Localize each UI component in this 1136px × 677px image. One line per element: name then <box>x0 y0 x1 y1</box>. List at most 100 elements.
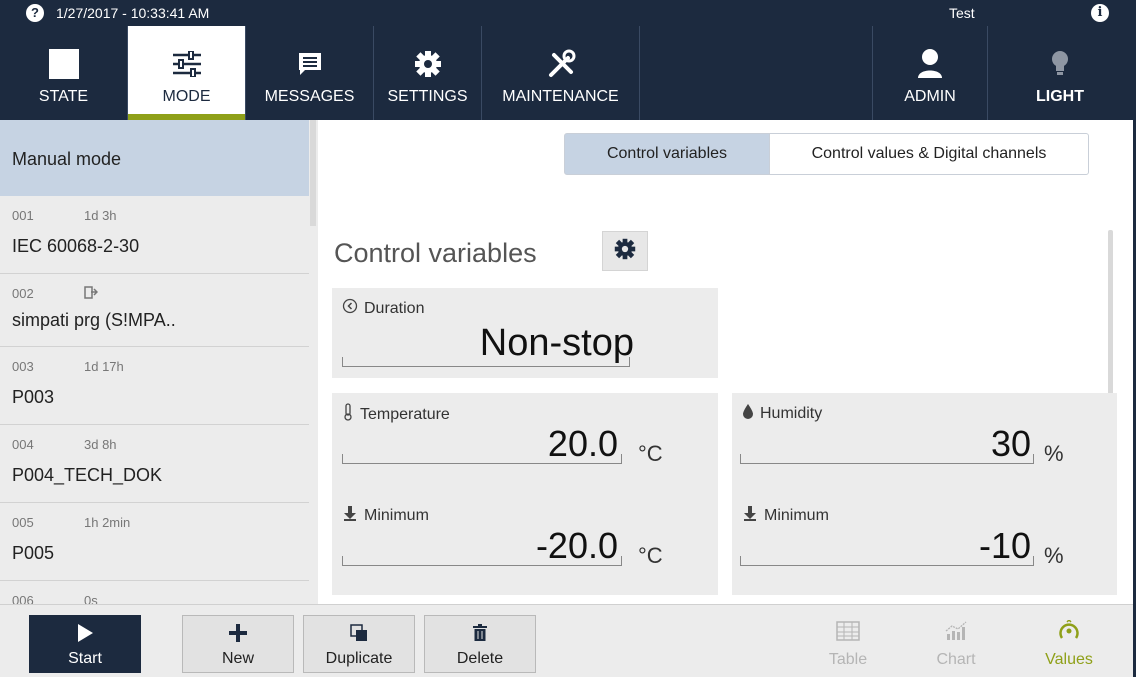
arrow-down-icon <box>342 505 358 526</box>
start-button[interactable]: Start <box>29 615 141 673</box>
program-number: 004 <box>12 437 34 452</box>
humidity-title: Humidity <box>742 403 822 424</box>
nav-admin[interactable]: ADMIN <box>872 26 988 120</box>
sliders-icon <box>128 48 245 80</box>
square-icon <box>0 48 127 80</box>
values-label: Values <box>1045 651 1093 668</box>
program-duration: 1d 3h <box>84 208 117 223</box>
lightbulb-icon <box>988 48 1132 80</box>
user-icon <box>873 48 987 80</box>
list-item[interactable]: 006 0s <box>0 581 309 604</box>
program-name: simpati prg (S!MPA.. <box>12 310 176 330</box>
program-duration: 1d 17h <box>84 359 124 374</box>
list-item[interactable]: 002 simpati prg (S!MPA.. <box>0 274 309 347</box>
nav-admin-label: ADMIN <box>904 88 956 105</box>
temperature-label: Temperature <box>360 405 450 423</box>
nav-settings[interactable]: SETTINGS <box>374 26 482 120</box>
table-icon <box>798 619 898 643</box>
nav-maintenance[interactable]: MAINTENANCE <box>482 26 640 120</box>
thermometer-icon <box>342 403 354 426</box>
humidity-unit: % <box>1044 441 1064 466</box>
program-duration: 0s <box>84 593 98 604</box>
value-underline <box>740 556 1034 566</box>
chart-label: Chart <box>936 651 976 668</box>
temperature-title: Temperature <box>342 403 450 426</box>
nav-mode-label: MODE <box>162 88 211 105</box>
gear-icon <box>374 48 481 80</box>
manual-mode-item[interactable]: Manual mode <box>0 120 309 196</box>
humidity-min-card[interactable]: Minimum -10 % <box>732 495 1117 595</box>
nav-state[interactable]: STATE <box>0 26 128 120</box>
control-panel: Control variables Control values & Digit… <box>318 120 1136 604</box>
trash-icon <box>425 622 535 644</box>
list-item[interactable]: 004 3d 8h P004_TECH_DOK <box>0 425 309 503</box>
delete-button[interactable]: Delete <box>424 615 536 673</box>
gauge-icon <box>1019 619 1119 643</box>
program-name: IEC 60068-2-30 <box>12 236 140 256</box>
list-item[interactable]: 003 1d 17h P003 <box>0 347 309 425</box>
current-user: Test <box>949 5 975 21</box>
chart-icon <box>906 619 1006 643</box>
program-list-panel: Manual mode 001 1d 3h IEC 60068-2-30 002… <box>0 120 318 604</box>
settings-button[interactable] <box>602 231 648 271</box>
play-icon <box>30 622 140 644</box>
duration-label: Duration <box>364 299 425 317</box>
value-underline <box>740 454 1034 464</box>
table-view-button[interactable]: Table <box>798 613 898 675</box>
program-name: P003 <box>12 387 55 407</box>
program-duration: 3d 8h <box>84 437 117 452</box>
tab-control-values-digital[interactable]: Control values & Digital channels <box>769 133 1089 175</box>
info-icon[interactable]: i <box>1091 4 1109 22</box>
duplicate-icon <box>304 622 414 644</box>
program-name: P004_TECH_DOK <box>12 465 163 485</box>
start-label: Start <box>68 650 102 667</box>
nav-settings-label: SETTINGS <box>387 88 468 105</box>
humidity-min-label: Minimum <box>764 506 829 524</box>
help-icon[interactable]: ? <box>26 4 44 22</box>
duration-card[interactable]: Duration Non-stop <box>332 288 718 378</box>
program-duration: 1h 2min <box>84 515 131 530</box>
temperature-min-title: Minimum <box>342 505 429 526</box>
temperature-min-card[interactable]: Minimum -20.0 °C <box>332 495 718 595</box>
delete-label: Delete <box>456 650 504 667</box>
program-list: 001 1d 3h IEC 60068-2-30 002 simpati prg… <box>0 196 309 604</box>
duplicate-button[interactable]: Duplicate <box>303 615 415 673</box>
duration-title: Duration <box>342 298 424 319</box>
humidity-min-title: Minimum <box>742 505 829 526</box>
nav-light[interactable]: LIGHT <box>988 26 1132 120</box>
nav-maintenance-label: MAINTENANCE <box>502 88 619 105</box>
gear-icon <box>614 238 636 265</box>
temperature-unit: °C <box>638 441 663 466</box>
temperature-card[interactable]: Temperature 20.0 °C <box>332 393 718 495</box>
value-underline <box>342 454 622 464</box>
humidity-label: Humidity <box>760 404 823 422</box>
value-underline <box>342 357 630 367</box>
panel-title: Control variables <box>334 238 537 268</box>
duplicate-label: Duplicate <box>325 650 393 667</box>
chart-view-button[interactable]: Chart <box>906 613 1006 675</box>
values-view-button[interactable]: Values <box>1019 613 1119 675</box>
bottom-toolbar: Start New Duplicate Delete Table Chart V… <box>0 604 1136 677</box>
nav-mode[interactable]: MODE <box>128 26 246 120</box>
arrow-down-icon <box>742 505 758 526</box>
new-button[interactable]: New <box>182 615 294 673</box>
nav-messages-label: MESSAGES <box>264 88 355 105</box>
program-number: 002 <box>12 286 34 301</box>
list-item[interactable]: 005 1h 2min P005 <box>0 503 309 581</box>
new-label: New <box>221 650 254 667</box>
temperature-min-unit: °C <box>638 543 663 568</box>
nav-light-label: LIGHT <box>1036 88 1084 105</box>
nav-messages[interactable]: MESSAGES <box>246 26 374 120</box>
tab-control-variables[interactable]: Control variables <box>564 133 770 175</box>
message-list-icon <box>246 48 373 80</box>
list-item[interactable]: 001 1d 3h IEC 60068-2-30 <box>0 196 309 274</box>
value-underline <box>342 556 622 566</box>
droplet-icon <box>742 403 754 424</box>
sidebar-scrollbar[interactable] <box>310 120 316 226</box>
nav-state-label: STATE <box>38 88 89 105</box>
program-number: 001 <box>12 208 34 223</box>
temperature-min-label: Minimum <box>364 506 429 524</box>
humidity-min-unit: % <box>1044 543 1064 568</box>
main-navigation: STATE MODE MESSAGES SETTINGS MAINTENANCE… <box>0 26 1136 120</box>
humidity-card[interactable]: Humidity 30 % <box>732 393 1117 495</box>
